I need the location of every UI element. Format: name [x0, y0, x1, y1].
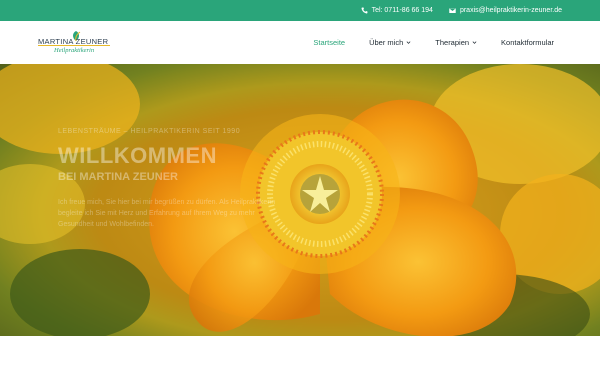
nav-item-therapien[interactable]: Therapien [435, 38, 477, 47]
envelope-icon [448, 7, 456, 14]
chevron-down-icon [406, 41, 411, 44]
nav-item-kontaktformular[interactable]: Kontaktformular [501, 38, 554, 47]
nav-item-ueber-mich[interactable]: Über mich [369, 38, 411, 47]
phone-icon [361, 7, 368, 14]
nav-label: Über mich [369, 38, 404, 47]
phone-link[interactable]: Tel: 0711-86 66 194 [361, 7, 433, 14]
nav-label: Kontaktformular [501, 38, 554, 47]
phone-text: Tel: 0711-86 66 194 [371, 7, 433, 14]
hero-title: WILLKOMMEN [58, 143, 217, 168]
chevron-down-icon [472, 41, 477, 44]
email-text: praxis@heilpraktikerin-zeuner.de [459, 7, 562, 14]
top-contact-bar: Tel: 0711-86 66 194 praxis@heilpraktiker… [0, 0, 600, 21]
logo-subtitle: Heilpraktikerin [54, 47, 95, 54]
nav-label: Therapien [435, 38, 470, 47]
hero-kicker: LEBENSTRÄUME – HEILPRAKTIKERIN SEIT 1990 [58, 128, 241, 135]
hero-paragraph: Ich freue mich, Sie hier bei mir begrüße… [58, 199, 276, 228]
logo-underline [38, 45, 110, 46]
nav-item-startseite[interactable]: Startseite [313, 38, 345, 47]
site-header: MARTINA ZEUNER Heilpraktikerin Startseit… [0, 21, 600, 64]
hero-subtitle: BEI MARTINA ZEUNER [58, 171, 178, 183]
hero-text-block: LEBENSTRÄUME – HEILPRAKTIKERIN SEIT 1990… [58, 128, 288, 230]
main-navigation: Startseite Über mich Therapien Kontaktfo… [313, 21, 554, 64]
content-area [0, 336, 600, 375]
nav-label: Startseite [313, 38, 346, 47]
site-logo[interactable]: MARTINA ZEUNER Heilpraktikerin [38, 30, 118, 56]
email-link[interactable]: praxis@heilpraktikerin-zeuner.de [448, 7, 562, 14]
hero-banner: LEBENSTRÄUME – HEILPRAKTIKERIN SEIT 1990… [0, 64, 600, 336]
